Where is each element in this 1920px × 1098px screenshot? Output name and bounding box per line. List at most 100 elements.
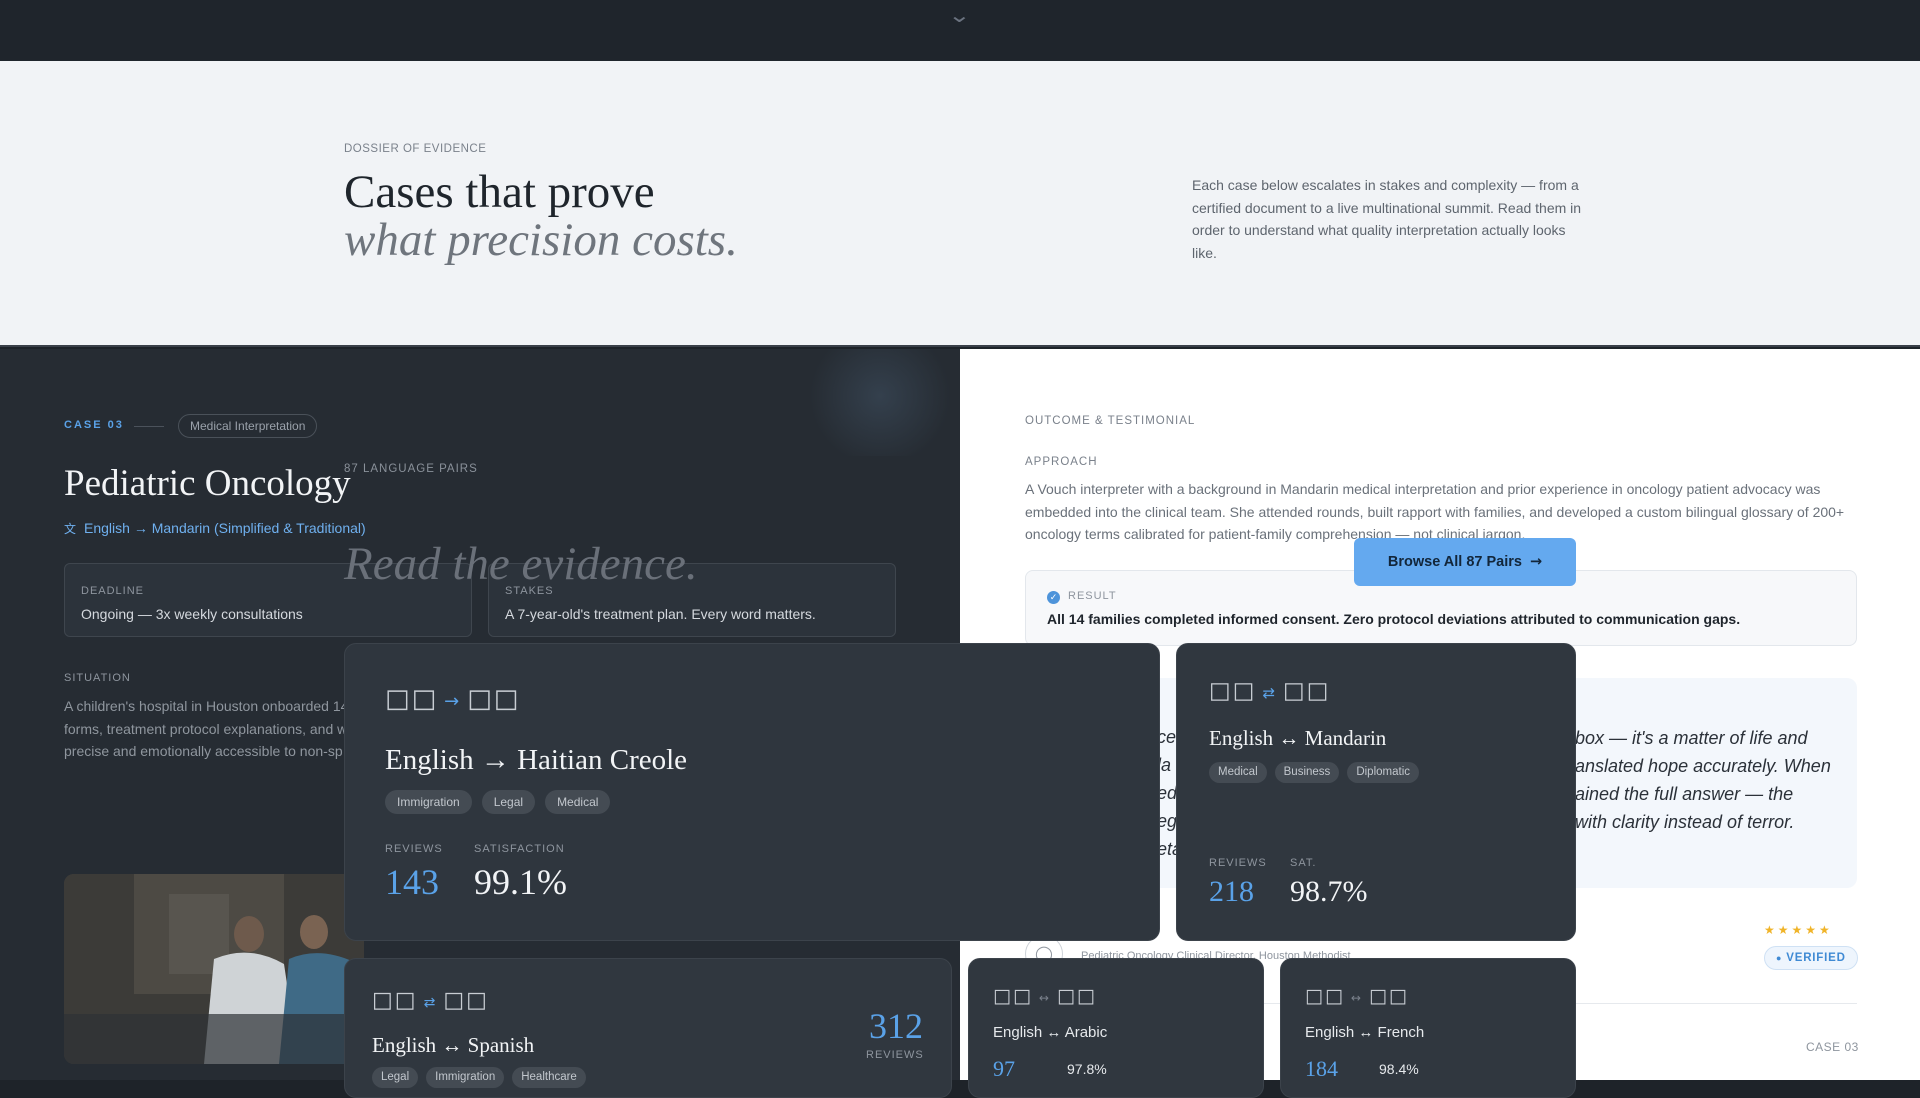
case-tag: Medical Interpretation — [178, 414, 318, 438]
browse-all-pairs-button[interactable]: Browse All 87 Pairs → — [1354, 538, 1576, 586]
direction-arrow-icon: → — [444, 691, 462, 712]
tag-chip: Diplomatic — [1347, 762, 1419, 783]
source-glyphs: □□ — [1209, 678, 1257, 704]
hero-section — [0, 61, 1920, 347]
pair-title: English ↔ Spanish — [372, 1033, 535, 1057]
pair-tags: Immigration Legal Medical — [385, 790, 611, 814]
verified-label: VERIFIED — [1786, 952, 1846, 964]
source-glyphs: □□ — [385, 684, 439, 714]
pair-title: English → Haitian Creole — [385, 744, 688, 776]
case-title: Pediatric Oncology — [64, 463, 351, 504]
footer-case-label: CASE 03 — [1806, 1040, 1859, 1054]
verified-badge: ● VERIFIED — [1764, 946, 1858, 970]
result-label: RESULT — [1068, 590, 1117, 602]
satisfaction-label: SATISFACTION — [474, 843, 565, 855]
hero-description: Each case below escalates in stakes and … — [1192, 177, 1582, 261]
read-evidence-title: Read the evidence. — [344, 538, 698, 590]
case-photo — [64, 874, 364, 1064]
case-number: CASE 03 — [64, 419, 124, 431]
situation-label: SITUATION — [64, 672, 131, 684]
check-circle-icon: ✓ — [1047, 591, 1060, 604]
quote-line: with clarity instead of terror. — [1575, 812, 1795, 832]
language-glyphs: □□ → □□ — [385, 684, 520, 714]
pair-tags: Legal Immigration Healthcare — [372, 1067, 586, 1088]
language-pair-card[interactable]: □□ ⇄ □□ English ↔ Mandarin Medical Busines… — [1176, 643, 1576, 941]
source-glyphs: □□ — [993, 985, 1033, 1007]
hero-title: Cases that prove — [344, 166, 655, 218]
situation-line: precise and emotionally accessible to no… — [64, 743, 343, 759]
direction-arrow-icon: ↔ — [1038, 991, 1051, 1005]
quote-fragment: eg — [1157, 811, 1178, 831]
target-glyphs: □□ — [443, 988, 489, 1013]
target-glyphs: □□ — [467, 684, 521, 714]
browse-button-label: Browse All 87 Pairs — [1387, 554, 1522, 570]
target-glyphs: □□ — [1368, 985, 1409, 1007]
clinicians-photo-illustration — [64, 874, 364, 1064]
language-glyphs: □□ ↔ □□ — [1305, 985, 1409, 1007]
check-circle-icon: ● — [1776, 953, 1783, 963]
source-glyphs: □□ — [372, 988, 418, 1013]
tag-chip: Legal — [372, 1067, 419, 1088]
case-language-pair: 文 English → Mandarin (Simplified & Tradit… — [64, 520, 366, 537]
hero-title-italic: what precision costs. — [344, 214, 738, 266]
target-glyphs: □□ — [1056, 985, 1097, 1007]
arrow-right-icon: → — [1529, 554, 1543, 570]
approach-label: APPROACH — [1025, 456, 1098, 468]
language-pairs-label: 87 LANGUAGE PAIRS — [344, 463, 478, 475]
deadline-value: Ongoing — 3x weekly consultations — [81, 606, 303, 622]
satisfaction-label: SAT. — [1290, 857, 1317, 869]
reviews-count: 312 — [869, 1006, 923, 1046]
hero-eyebrow: DOSSIER OF EVIDENCE — [344, 143, 487, 155]
decorative-glow — [800, 349, 960, 456]
quote-line: anslated hope accurately. When — [1575, 756, 1831, 776]
satisfaction-value: 99.1% — [474, 862, 567, 902]
translate-icon: 文 — [64, 522, 77, 536]
language-pair-card[interactable]: □□ → □□ English → Haitian Creole Immigrati… — [344, 643, 1160, 941]
stakes-value: A 7-year-old's treatment plan. Every wor… — [505, 606, 816, 622]
situation-text: A children's hospital in Houston onboard… — [64, 695, 344, 763]
pair-title: English ↔ Mandarin — [1209, 726, 1387, 750]
deadline-label: DEADLINE — [81, 585, 145, 597]
quote-fragment: ed — [1157, 783, 1178, 803]
tag-chip: Immigration — [426, 1067, 505, 1088]
pair-title: English ↔ Arabic — [993, 1024, 1108, 1041]
reviews-label: REVIEWS — [385, 843, 443, 855]
case-language-pair-text: English → Mandarin (Simplified & Traditi… — [84, 520, 366, 536]
satisfaction-value: 98.7% — [1290, 875, 1368, 908]
language-pair-card[interactable]: □□ ↔ □□ English ↔ Arabic 97 97.8% — [968, 958, 1264, 1098]
situation-line: forms, treatment protocol explanations, … — [64, 720, 344, 737]
chevron-down-icon[interactable]: ⌄ — [948, 3, 971, 27]
tag-chip: Medical — [1209, 762, 1267, 783]
outcome-eyebrow: OUTCOME & TESTIMONIAL — [1025, 415, 1196, 427]
direction-arrow-icon: ⇄ — [423, 995, 438, 1011]
source-glyphs: □□ — [1305, 985, 1345, 1007]
language-pair-card[interactable]: □□ ↔ □□ English ↔ French 184 98.4% — [1280, 958, 1576, 1098]
satisfaction-value: 98.4% — [1379, 1061, 1419, 1077]
rating-stars: ★★★★★ — [1764, 923, 1833, 937]
pair-title: English ↔ French — [1305, 1024, 1425, 1041]
quote-line: ained the full answer — the — [1575, 784, 1794, 804]
reviews-label: REVIEWS — [866, 1049, 924, 1061]
result-text: All 14 families completed informed conse… — [1047, 611, 1741, 627]
language-glyphs: □□ ↔ □□ — [993, 985, 1097, 1007]
direction-arrow-icon: ⇄ — [1262, 684, 1278, 702]
target-glyphs: □□ — [1283, 678, 1331, 704]
pair-tags: Medical Business Diplomatic — [1209, 762, 1419, 783]
reviews-count: 218 — [1209, 875, 1254, 908]
satisfaction-value: 97.8% — [1067, 1061, 1107, 1077]
tag-chip: Legal — [481, 790, 536, 814]
direction-arrow-icon: ↔ — [1350, 991, 1363, 1005]
language-pair-card[interactable]: □□ ⇄ □□ English ↔ Spanish Legal Immigratio… — [344, 958, 952, 1098]
tag-chip: Medical — [545, 790, 611, 814]
reviews-count: 143 — [385, 862, 439, 902]
reviews-label: REVIEWS — [1209, 857, 1267, 869]
quote-line: box — it's a matter of life and — [1575, 728, 1808, 748]
tag-chip: Business — [1274, 762, 1340, 783]
tag-chip: Healthcare — [512, 1067, 586, 1088]
tag-chip: Immigration — [385, 790, 472, 814]
reviews-count: 97 — [993, 1056, 1015, 1081]
case-divider — [134, 426, 164, 427]
language-glyphs: □□ ⇄ □□ — [372, 988, 489, 1013]
approach-text: A Vouch interpreter with a background in… — [1025, 481, 1845, 542]
situation-line: A children's hospital in Houston onboard… — [64, 698, 344, 714]
